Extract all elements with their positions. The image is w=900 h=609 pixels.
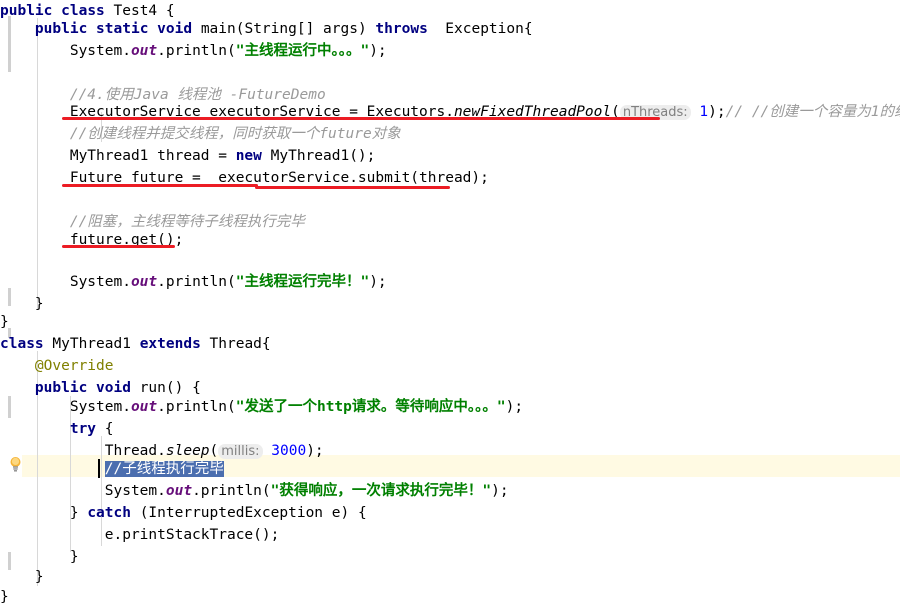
code-token-kw: public — [34, 21, 88, 37]
code-token-plain: Thread{ — [200, 336, 271, 352]
code-line[interactable]: } catch (InterruptedException e) { — [0, 502, 367, 524]
code-line[interactable]: //创建线程并提交线程，同时获取一个future对象 — [0, 123, 401, 145]
code-token-plain: Exception{ — [427, 21, 533, 37]
code-token-plain: System. — [0, 483, 166, 499]
code-token-kw: extends — [139, 336, 201, 352]
code-token-plain: ); — [369, 274, 387, 290]
code-line[interactable]: System.out.println("发送了一个http请求。等待响应中。。。… — [0, 396, 523, 418]
code-token-plain: } — [0, 569, 44, 585]
code-token-fld: out — [165, 483, 193, 499]
code-token-plain: } — [0, 314, 9, 330]
code-token-plain: MyThread1(); — [261, 148, 376, 164]
code-line[interactable]: //子线程执行完毕 — [0, 458, 224, 480]
code-token-fld: out — [130, 399, 158, 415]
code-token-hint: millis: — [218, 444, 263, 459]
underline-future-get — [62, 245, 175, 248]
code-line[interactable]: System.out.println("获得响应，一次请求执行完毕！"); — [0, 480, 509, 502]
code-token-plain: ( — [209, 443, 219, 459]
code-token-cmt: //阻塞，主线程等待子线程执行完毕 — [69, 214, 305, 230]
code-token-fld: out — [130, 274, 158, 290]
code-token-num: 1 — [699, 104, 709, 120]
code-token-plain: main(String[] args) — [192, 21, 376, 37]
code-token-plain: MyThread1 thread = — [0, 148, 236, 164]
code-token-plain: .println( — [192, 483, 271, 499]
text-caret — [98, 459, 100, 478]
code-token-plain: .println( — [157, 43, 236, 59]
code-token-kw: public — [34, 380, 88, 396]
code-token-plain: { — [96, 421, 114, 437]
code-token-str: "发送了一个http请求。等待响应中。。。" — [235, 399, 506, 415]
code-token-plain: } — [0, 505, 88, 521]
code-token-plain: (InterruptedException e) { — [130, 505, 367, 521]
code-token-plain: ); — [306, 443, 324, 459]
code-token-kw: class — [61, 3, 105, 19]
underline-executorservice-submit — [255, 186, 450, 189]
code-token-str: "主线程运行完毕！" — [235, 274, 370, 290]
code-token-kw: catch — [87, 505, 131, 521]
code-token-plain: Thread. — [0, 443, 166, 459]
code-line[interactable]: MyThread1 thread = new MyThread1(); — [0, 145, 376, 167]
code-token-plain: System. — [0, 43, 131, 59]
code-line[interactable]: @Override — [0, 355, 114, 377]
code-line[interactable]: System.out.println("主线程运行完毕！"); — [0, 271, 387, 293]
code-text-surface[interactable]: public class Test4 { public static void … — [0, 0, 900, 609]
code-line[interactable]: } — [0, 546, 79, 568]
code-token-fld: out — [130, 43, 158, 59]
code-token-kw: static — [96, 21, 149, 37]
code-token-kw: new — [235, 148, 262, 164]
code-line[interactable]: public static void main(String[] args) t… — [0, 18, 533, 40]
code-token-plain: System. — [0, 399, 131, 415]
code-token-plain: ); — [491, 483, 509, 499]
code-token-num: 3000 — [271, 443, 307, 459]
code-token-kw: throws — [375, 21, 428, 37]
code-token-ann: @Override — [34, 358, 114, 374]
code-token-plain: System. — [0, 274, 131, 290]
code-token-cmt: //创建线程并提交线程，同时获取一个future对象 — [69, 126, 401, 142]
code-token-kw: void — [96, 380, 131, 396]
code-line[interactable]: } — [0, 586, 9, 608]
code-token-plain: ); — [369, 43, 387, 59]
code-line[interactable]: } — [0, 566, 44, 588]
code-token-plain: .println( — [157, 274, 236, 290]
code-editor[interactable]: public class Test4 { public static void … — [0, 0, 900, 609]
code-token-str: "获得响应，一次请求执行完毕！" — [270, 483, 492, 499]
code-token-kw: void — [157, 21, 193, 37]
code-line[interactable]: System.out.println("主线程运行中。。。"); — [0, 40, 387, 62]
code-token-plain: ); — [505, 399, 524, 415]
code-token-plain: run() { — [130, 380, 201, 396]
code-token-plain: } — [0, 296, 44, 312]
code-line[interactable]: e.printStackTrace(); — [0, 524, 280, 546]
code-token-sel: //子线程执行完毕 — [104, 461, 224, 477]
code-line[interactable]: try { — [0, 418, 114, 440]
underline-future-declaration — [62, 184, 258, 187]
code-token-mth: sleep — [165, 443, 210, 459]
code-token-str: "主线程运行中。。。" — [235, 43, 370, 59]
code-token-kw: class — [0, 336, 44, 352]
code-token-kw: public — [0, 3, 53, 19]
code-token-plain: ); — [708, 104, 726, 120]
code-token-plain: e.printStackTrace(); — [0, 527, 280, 543]
code-token-plain: } — [0, 549, 79, 565]
code-token-plain: Test4 { — [104, 3, 175, 19]
code-token-kw: try — [69, 421, 97, 437]
code-line[interactable]: } — [0, 311, 9, 333]
code-token-plain: MyThread1 — [43, 336, 140, 352]
code-token-cmt: // //创建一个容量为1的线程池 — [725, 104, 900, 120]
code-line[interactable]: class MyThread1 extends Thread{ — [0, 333, 271, 355]
code-token-plain: .println( — [157, 399, 236, 415]
code-token-plain: } — [0, 589, 9, 605]
underline-executors-newfixedthreadpool — [62, 117, 660, 120]
